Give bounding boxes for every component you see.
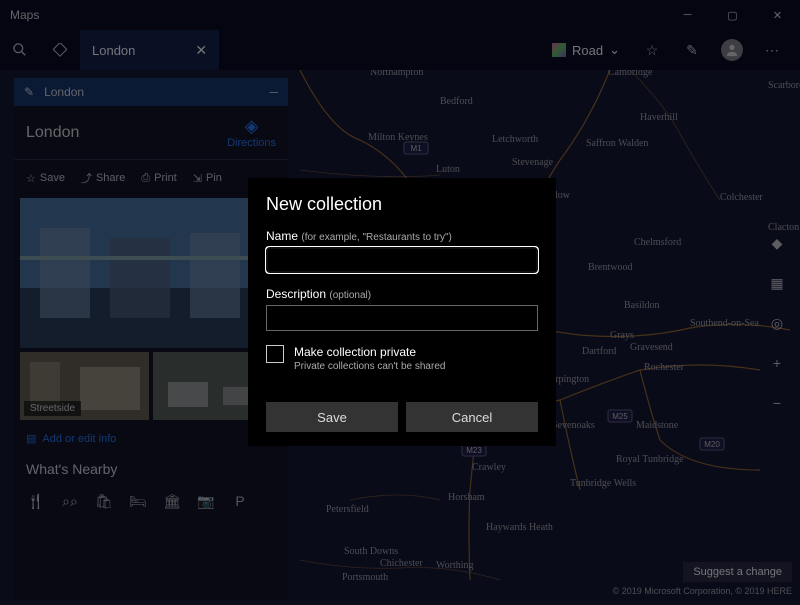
dialog-buttons: Save Cancel <box>266 402 538 432</box>
private-checkbox-row: Make collection private Private collecti… <box>266 345 538 372</box>
description-input[interactable] <box>266 305 538 331</box>
name-label: Name (for example, "Restaurants to try") <box>266 229 538 243</box>
new-collection-dialog: New collection Name (for example, "Resta… <box>248 178 556 446</box>
cancel-button[interactable]: Cancel <box>406 402 538 432</box>
private-sublabel: Private collections can't be shared <box>294 361 445 372</box>
dialog-title: New collection <box>266 194 538 215</box>
save-button[interactable]: Save <box>266 402 398 432</box>
name-input[interactable] <box>266 247 538 273</box>
private-checkbox[interactable] <box>266 345 284 363</box>
description-label: Description (optional) <box>266 287 538 301</box>
private-label: Make collection private <box>294 345 445 359</box>
